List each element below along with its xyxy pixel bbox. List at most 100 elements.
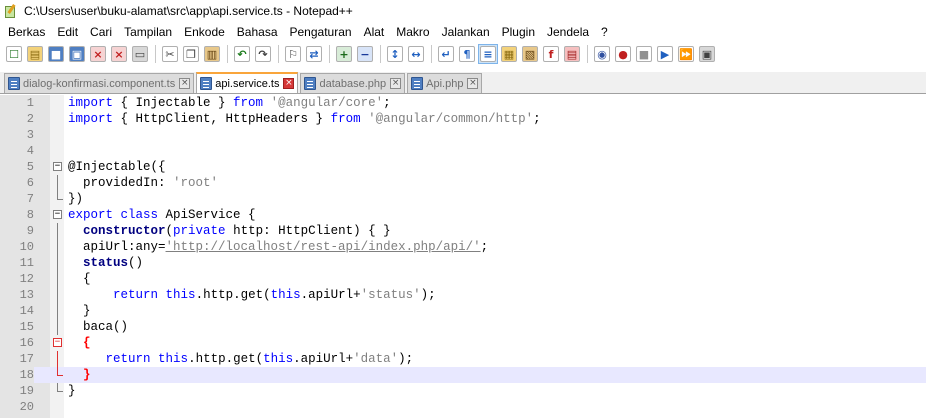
- menu-jalankan[interactable]: Jalankan: [436, 25, 496, 39]
- tab-api-php[interactable]: Api.php ×: [407, 73, 483, 93]
- sync-vertical-button[interactable]: ↕: [385, 44, 405, 64]
- zoom-in-button[interactable]: +: [334, 44, 354, 64]
- paste-button[interactable]: ▥: [202, 44, 222, 64]
- tab-label: dialog-konfirmasi.component.ts: [23, 77, 176, 90]
- sync-horizontal-button[interactable]: ↔: [406, 44, 426, 64]
- fold-toggle-icon[interactable]: −: [53, 210, 62, 219]
- save-macro-icon: ▣: [699, 46, 715, 62]
- find-button[interactable]: ⚐: [283, 44, 303, 64]
- code-line[interactable]: 5 − @Injectable({: [0, 159, 926, 175]
- save-button[interactable]: ■: [46, 44, 66, 64]
- cut-button[interactable]: ✂: [160, 44, 180, 64]
- word-wrap-button[interactable]: ↵: [436, 44, 456, 64]
- folder-as-workspace-button[interactable]: ▤: [562, 44, 582, 64]
- play-macro-button[interactable]: ▶: [655, 44, 675, 64]
- code-editor[interactable]: 1 import { Injectable } from '@angular/co…: [0, 95, 926, 418]
- close-tab-icon[interactable]: ×: [283, 78, 295, 89]
- indent-guide-icon: ≡: [480, 46, 496, 62]
- menu-bahasa[interactable]: Bahasa: [231, 25, 284, 39]
- line-number: 18: [0, 367, 34, 383]
- menu-pengaturan[interactable]: Pengaturan: [284, 25, 358, 39]
- code-line[interactable]: 1 import { Injectable } from '@angular/co…: [0, 95, 926, 111]
- save-macro-button[interactable]: ▣: [697, 44, 717, 64]
- code-line[interactable]: 13 return this.http.get(this.apiUrl+'sta…: [0, 287, 926, 303]
- code-token: this: [165, 288, 196, 302]
- function-list-button[interactable]: f: [541, 44, 561, 64]
- fold-line: [57, 287, 58, 303]
- code-line[interactable]: 20: [0, 399, 926, 415]
- monitoring-button[interactable]: ◉: [592, 44, 612, 64]
- code-line[interactable]: 15 baca(): [0, 319, 926, 335]
- code-token: }: [83, 368, 91, 382]
- define-language-button[interactable]: ▦: [499, 44, 519, 64]
- code-line[interactable]: 18 }: [0, 367, 926, 383]
- code-line[interactable]: 14 }: [0, 303, 926, 319]
- close-all-button[interactable]: ×: [109, 44, 129, 64]
- code-line[interactable]: 7}): [0, 191, 926, 207]
- tab-database-php[interactable]: database.php ×: [300, 73, 406, 93]
- code-line[interactable]: 17 return this.http.get(this.apiUrl+'dat…: [0, 351, 926, 367]
- code-text: }: [68, 367, 91, 383]
- close-tab-icon[interactable]: ×: [179, 78, 191, 89]
- menu-plugin[interactable]: Plugin: [496, 25, 541, 39]
- run-macro-multiple-button[interactable]: ⏩: [676, 44, 696, 64]
- doc-map-button[interactable]: ▧: [520, 44, 540, 64]
- code-line[interactable]: 6 providedIn: 'root': [0, 175, 926, 191]
- menu-alat[interactable]: Alat: [358, 25, 391, 39]
- code-line[interactable]: 19}: [0, 383, 926, 399]
- close-tab-icon[interactable]: ×: [467, 78, 479, 89]
- stop-record-button[interactable]: ■: [634, 44, 654, 64]
- tab-dialog-konfirmasi-component-ts[interactable]: dialog-konfirmasi.component.ts ×: [4, 73, 195, 93]
- find-icon: ⚐: [285, 46, 301, 62]
- print-button[interactable]: ▭: [130, 44, 150, 64]
- menu-tampilan[interactable]: Tampilan: [118, 25, 178, 39]
- save-all-button[interactable]: ▣: [67, 44, 87, 64]
- paste-icon: ▥: [204, 46, 220, 62]
- code-token: ;: [533, 112, 541, 126]
- menu-jendela[interactable]: Jendela: [541, 25, 595, 39]
- code-token: return: [113, 288, 159, 302]
- code-line[interactable]: 16 − {: [0, 335, 926, 351]
- toolbar: ☐ ▤ ■ ▣ × × ▭ ✂ ❐ ▥ ↶ ↷ ⚐ ⇄ + − ↕ ↔ ↵ ¶ ≡ ▦ ▧ f ▤ ◉ ● ■ ▶ ⏩ ▣: [0, 42, 926, 66]
- record-macro-button[interactable]: ●: [613, 44, 633, 64]
- toolbar-separator: [380, 45, 381, 63]
- menu-edit[interactable]: Edit: [51, 25, 84, 39]
- menu-enkode[interactable]: Enkode: [178, 25, 231, 39]
- redo-button[interactable]: ↷: [253, 44, 273, 64]
- zoom-out-button[interactable]: −: [355, 44, 375, 64]
- fold-line: [57, 351, 58, 367]
- line-number: 2: [26, 112, 34, 126]
- code-line[interactable]: 12 {: [0, 271, 926, 287]
- open-file-button[interactable]: ▤: [25, 44, 45, 64]
- code-token: import: [68, 112, 114, 126]
- code-line[interactable]: 8 − export class ApiService {: [0, 207, 926, 223]
- code-line[interactable]: 2 import { HttpClient, HttpHeaders } from…: [0, 111, 926, 127]
- tab-api-service-ts[interactable]: api.service.ts ×: [196, 72, 299, 93]
- fold-toggle-icon[interactable]: −: [53, 162, 62, 171]
- indent-guide-button[interactable]: ≡: [478, 44, 498, 64]
- menu-cari[interactable]: Cari: [84, 25, 118, 39]
- menu-berkas[interactable]: Berkas: [2, 25, 51, 39]
- code-token: return: [105, 352, 151, 366]
- close-button[interactable]: ×: [88, 44, 108, 64]
- menu-help[interactable]: ?: [595, 25, 614, 39]
- close-tab-icon[interactable]: ×: [390, 78, 402, 89]
- code-line[interactable]: 3: [0, 127, 926, 143]
- code-token: @Injectable({: [68, 160, 166, 174]
- code-line[interactable]: 10 apiUrl:any='http://localhost/rest-api…: [0, 239, 926, 255]
- toolbar-separator: [587, 45, 588, 63]
- code-line[interactable]: 9 constructor(private http: HttpClient) …: [0, 223, 926, 239]
- code-token: 'status': [360, 288, 421, 302]
- code-text: return this.http.get(this.apiUrl+'data')…: [68, 351, 414, 367]
- fold-end: [57, 383, 63, 392]
- fold-toggle-icon[interactable]: −: [53, 338, 62, 347]
- new-file-button[interactable]: ☐: [4, 44, 24, 64]
- replace-button[interactable]: ⇄: [304, 44, 324, 64]
- show-all-chars-button[interactable]: ¶: [457, 44, 477, 64]
- undo-button[interactable]: ↶: [232, 44, 252, 64]
- menu-makro[interactable]: Makro: [390, 25, 435, 39]
- code-line[interactable]: 11 status(): [0, 255, 926, 271]
- code-line[interactable]: 4: [0, 143, 926, 159]
- copy-button[interactable]: ❐: [181, 44, 201, 64]
